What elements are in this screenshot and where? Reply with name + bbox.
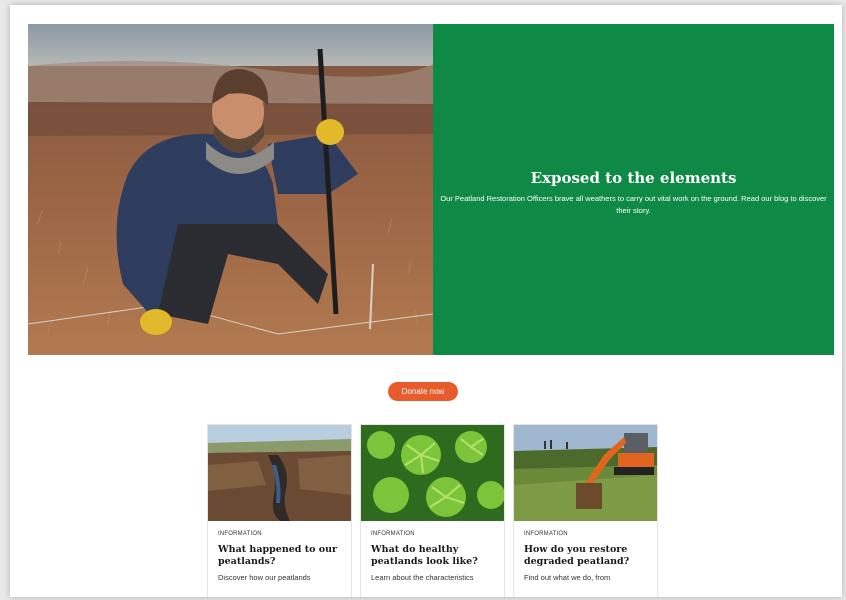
hero-promo-panel: Exposed to the elements Our Peatland Res… [433,24,834,355]
hero-description: Our Peatland Restoration Officers brave … [440,193,827,215]
card-image-sphagnum-moss [361,425,504,521]
card-image-eroded-peatland [208,425,351,521]
hero-title[interactable]: Exposed to the elements [531,169,737,187]
card-title[interactable]: What do healthy peatlands look like? [371,544,496,568]
info-cards: INFORMATION What happened to our peatlan… [207,424,667,597]
card-category: INFORMATION [218,531,262,537]
hero-banner: Exposed to the elements Our Peatland Res… [28,24,834,355]
donate-section: Donate now [10,379,842,401]
card-description: Discover how our peatlands [218,573,311,582]
card-image-digger-restoration [514,425,657,521]
card-title[interactable]: What happened to our peatlands? [218,544,343,568]
card-category: INFORMATION [524,531,568,537]
card-category: INFORMATION [371,531,415,537]
card-title[interactable]: How do you restore degraded peatland? [524,544,649,568]
hero-photo-peatland-officer [28,24,433,355]
page: Exposed to the elements Our Peatland Res… [10,5,842,597]
card-healthy-peatlands[interactable]: INFORMATION What do healthy peatlands lo… [360,424,505,597]
donate-button[interactable]: Donate now [387,382,459,401]
card-description: Find out what we do, from [524,573,611,582]
card-restore-peatland[interactable]: INFORMATION How do you restore degraded … [513,424,658,597]
card-description: Learn about the characteristics [371,573,474,582]
card-what-happened[interactable]: INFORMATION What happened to our peatlan… [207,424,352,597]
